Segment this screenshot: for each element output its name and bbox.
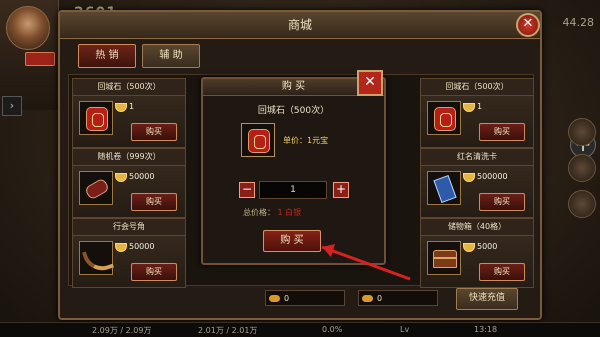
item-card: 红名清洗卡 500000 购买 xyxy=(420,148,534,218)
balance-value: 0 xyxy=(377,294,383,303)
item-price: 1 xyxy=(129,102,135,111)
silver-balance: 0 xyxy=(265,290,345,306)
shop-title: 商城 xyxy=(60,12,540,39)
quick-recharge-button[interactable]: 快速充值 xyxy=(456,288,518,310)
buy-button[interactable]: 购买 xyxy=(131,193,177,211)
mp-value: 2.01万 / 2.01万 xyxy=(198,326,258,335)
item-card: 回城石（500次） 1 购买 xyxy=(72,78,186,148)
top-right-value: 44.28 xyxy=(562,16,595,29)
ingot-icon xyxy=(362,295,373,302)
player-avatar[interactable] xyxy=(6,6,50,50)
gold-icon xyxy=(463,103,475,112)
gold-icon xyxy=(115,103,127,112)
gold-icon xyxy=(463,243,475,252)
item-price: 500000 xyxy=(477,172,508,181)
confirm-buy-button[interactable]: 购 买 xyxy=(263,230,321,252)
return-stone-icon xyxy=(241,123,275,157)
chest-icon xyxy=(427,241,461,275)
silver-icon xyxy=(269,295,280,302)
decrease-button[interactable]: − xyxy=(239,182,255,198)
status-badge xyxy=(25,52,55,66)
item-price: 50000 xyxy=(129,242,155,251)
buy-button[interactable]: 购买 xyxy=(479,123,525,141)
ingot-balance: 0 xyxy=(358,290,438,306)
item-name: 红名清洗卡 xyxy=(421,149,533,166)
close-icon[interactable]: ✕ xyxy=(516,13,540,37)
status-bar: 2.09万 / 2.09万 2.01万 / 2.01万 0.0% Lv 13:1… xyxy=(0,322,600,337)
level-label: Lv xyxy=(400,325,410,334)
item-card: 随机卷（999次） 50000 购买 xyxy=(72,148,186,218)
total-value: 1 白银 xyxy=(277,208,302,217)
purchase-dialog: 购 买 回城石（500次） 单价：1元宝 − 1 + 总价格： 1 白银 购 买 xyxy=(201,77,386,265)
right-toolbar xyxy=(568,110,598,226)
bag-icon[interactable] xyxy=(568,190,596,218)
item-card: 回城石（500次） 1 购买 xyxy=(420,78,534,148)
return-stone-icon xyxy=(79,101,113,135)
total-label: 总价格： xyxy=(243,208,275,217)
dialog-close-icon[interactable]: ✕ xyxy=(357,70,383,96)
currency-bar: 0 0 快速充值 xyxy=(68,288,532,312)
buy-button[interactable]: 购买 xyxy=(131,123,177,141)
item-name: 回城石（500次） xyxy=(421,79,533,96)
buy-button[interactable]: 购买 xyxy=(479,263,525,281)
balance-value: 0 xyxy=(284,294,290,303)
item-card: 行会号角 50000 购买 xyxy=(72,218,186,288)
return-stone-icon xyxy=(427,101,461,135)
item-price: 1 xyxy=(477,102,483,111)
item-name: 回城石（500次） xyxy=(73,79,185,96)
gold-icon xyxy=(115,173,127,182)
chevron-right-icon[interactable]: › xyxy=(2,96,22,116)
item-price: 5000 xyxy=(477,242,498,251)
dialog-item-name: 回城石（500次） xyxy=(257,106,330,116)
exp-percent: 0.0% xyxy=(322,325,343,334)
buy-button[interactable]: 购买 xyxy=(479,193,525,211)
increase-button[interactable]: + xyxy=(333,182,349,198)
item-name: 随机卷（999次） xyxy=(73,149,185,166)
unit-price: 单价：1元宝 xyxy=(283,136,329,145)
menu-icon[interactable] xyxy=(568,154,596,182)
item-name: 行会号角 xyxy=(73,219,185,236)
tab-assist[interactable]: 辅 助 xyxy=(142,44,200,68)
horn-icon xyxy=(79,241,115,276)
clock: 13:18 xyxy=(474,325,498,334)
card-icon xyxy=(427,171,461,205)
scroll-icon xyxy=(79,171,113,205)
skill-icon[interactable] xyxy=(568,118,596,146)
hp-value: 2.09万 / 2.09万 xyxy=(92,326,152,335)
item-card: 储物箱（40格） 5000 购买 xyxy=(420,218,534,288)
item-price: 50000 xyxy=(129,172,155,181)
item-name: 储物箱（40格） xyxy=(421,219,533,236)
buy-button[interactable]: 购买 xyxy=(131,263,177,281)
total-price: 总价格： 1 白银 xyxy=(243,207,301,218)
gold-icon xyxy=(115,243,127,252)
quantity-input[interactable]: 1 xyxy=(259,181,327,199)
hud-left-panel xyxy=(0,0,59,110)
tab-hot[interactable]: 热 销 xyxy=(78,44,136,68)
gold-icon xyxy=(463,173,475,182)
